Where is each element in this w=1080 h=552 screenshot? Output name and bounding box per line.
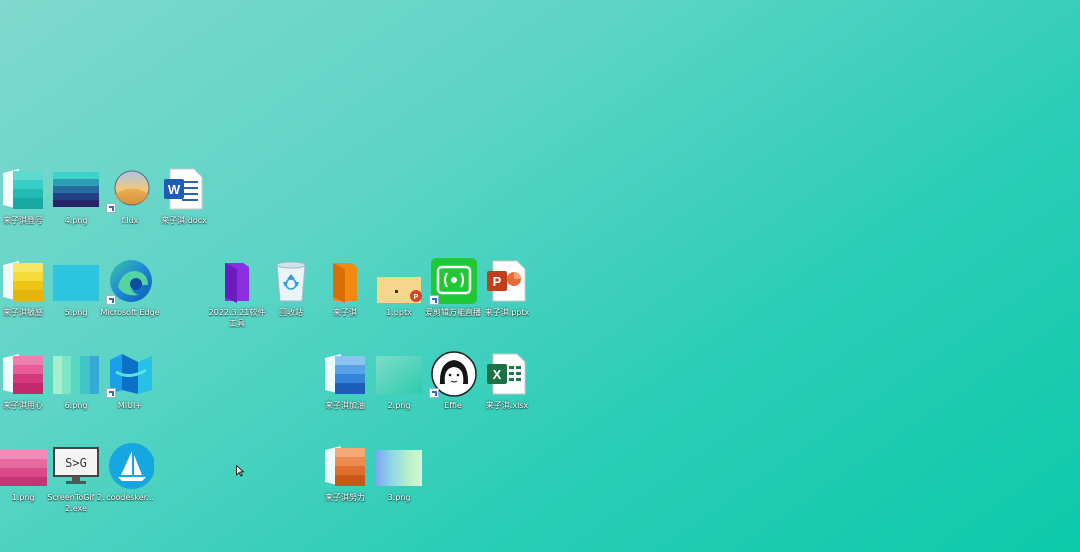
desktop-icon-folder-effort[interactable]: 来子淇努力 xyxy=(318,442,372,503)
image-file-icon xyxy=(0,442,47,490)
icon-label: 来子淇努力 xyxy=(325,493,365,502)
desktop-icon-folder-pink[interactable]: 来子淇用心 xyxy=(0,350,50,411)
icon-label: 1.pptx xyxy=(386,308,412,317)
icon-label: Effie xyxy=(444,401,462,410)
desktop-icon-flux[interactable]: f.lux xyxy=(103,165,157,226)
desktop-icon-live-stream[interactable]: 爱剪辑万能直播 xyxy=(425,257,481,318)
desktop-icon-folder-2022[interactable]: 2022.3.21软件工具 xyxy=(209,257,265,329)
desktop[interactable]: 来子淇登号 4.png f.lux W 来子淇.docx 来子淇敏感 5.png… xyxy=(0,0,1080,552)
image-file-icon xyxy=(375,442,423,490)
effie-app-icon xyxy=(429,350,477,398)
excel-document-icon: X xyxy=(483,350,531,398)
icon-label: 3.png xyxy=(387,493,411,502)
desktop-icon-excel-doc[interactable]: X 来子淇.xlsx xyxy=(480,350,534,411)
folder-icon xyxy=(213,257,261,305)
folder-icon xyxy=(321,350,369,398)
desktop-icon-png4[interactable]: 4.png xyxy=(49,165,103,226)
desktop-icon-folder-register[interactable]: 来子淇登号 xyxy=(0,165,50,226)
image-file-icon xyxy=(52,257,100,305)
folder-icon xyxy=(0,350,47,398)
image-file-icon xyxy=(52,165,100,213)
image-file-icon: P xyxy=(375,257,423,305)
desktop-icon-png3[interactable]: 3.png xyxy=(372,442,426,503)
shortcut-arrow-icon xyxy=(429,388,439,398)
miui-plus-icon xyxy=(106,350,154,398)
icon-label: 2022.3.21软件工具 xyxy=(208,308,266,328)
icon-label: 回收站 xyxy=(279,308,303,317)
icon-label: 来子淇.docx xyxy=(161,216,207,225)
svg-text:P: P xyxy=(414,294,419,301)
icon-label: Microsoft Edge xyxy=(100,308,160,317)
icon-label: 2.png xyxy=(387,401,411,410)
folder-icon xyxy=(0,257,47,305)
desktop-icon-folder-blue[interactable]: 来子淇加油 xyxy=(318,350,372,411)
folder-icon xyxy=(321,442,369,490)
word-document-icon: W xyxy=(160,165,208,213)
mouse-cursor-icon xyxy=(236,465,244,477)
icon-label: MIUI+ xyxy=(117,401,143,410)
desktop-icon-miui[interactable]: MIUI+ xyxy=(103,350,157,411)
icon-label: 爱剪辑万能直播 xyxy=(425,308,481,317)
icon-label: f.lux xyxy=(121,216,139,225)
icon-label: 4.png xyxy=(64,216,88,225)
icon-label: 6.png xyxy=(64,401,88,410)
screentogif-glyph: S>G xyxy=(65,456,87,470)
powerpoint-document-icon: P xyxy=(483,257,531,305)
folder-icon xyxy=(321,257,369,305)
recycle-bin-icon xyxy=(267,257,315,305)
image-file-icon xyxy=(375,350,423,398)
icon-label: 来子淇加油 xyxy=(325,401,365,410)
icon-label: 来子淇 xyxy=(333,308,357,317)
word-letter: W xyxy=(168,182,181,197)
shortcut-arrow-icon xyxy=(429,295,439,305)
image-file-icon xyxy=(52,350,100,398)
edge-browser-icon xyxy=(106,257,154,305)
desktop-icon-folder-yellow[interactable]: 来子淇敏感 xyxy=(0,257,50,318)
desktop-icon-pptx1[interactable]: P 1.pptx xyxy=(372,257,426,318)
ppt-letter: P xyxy=(493,274,502,289)
desktop-icon-edge[interactable]: Microsoft Edge xyxy=(100,257,160,318)
flux-icon xyxy=(106,165,154,213)
desktop-icon-png2[interactable]: 2.png xyxy=(372,350,426,411)
icon-label: ScreenToGif 2.2.exe xyxy=(47,493,105,513)
shortcut-arrow-icon xyxy=(106,203,116,213)
folder-icon xyxy=(0,165,47,213)
desktop-icon-word-doc[interactable]: W 来子淇.docx xyxy=(157,165,211,226)
icon-label: 5.png xyxy=(64,308,88,317)
desktop-icon-recycle-bin[interactable]: 回收站 xyxy=(264,257,318,318)
shortcut-arrow-icon xyxy=(106,295,116,305)
shortcut-arrow-icon xyxy=(106,388,116,398)
coodesker-sailboat-icon xyxy=(106,442,154,490)
desktop-icon-png1[interactable]: 1.png xyxy=(0,442,50,503)
desktop-icon-folder-orange[interactable]: 来子淇 xyxy=(318,257,372,318)
desktop-icon-png6[interactable]: 6.png xyxy=(49,350,103,411)
desktop-icon-ppt-doc[interactable]: P 来子淇.pptx xyxy=(480,257,534,318)
icon-label: coodesker... xyxy=(106,493,154,502)
icon-label: 来子淇.pptx xyxy=(484,308,530,317)
screentogif-icon: S>G xyxy=(52,442,100,490)
excel-letter: X xyxy=(493,367,502,382)
icon-label: 来子淇.xlsx xyxy=(485,401,529,410)
live-stream-app-icon xyxy=(429,257,477,305)
desktop-icon-effie[interactable]: Effie xyxy=(426,350,480,411)
desktop-icon-coodesker[interactable]: coodesker... xyxy=(103,442,157,503)
desktop-icon-png5[interactable]: 5.png xyxy=(49,257,103,318)
desktop-icon-screentogif[interactable]: S>G ScreenToGif 2.2.exe xyxy=(47,442,105,514)
